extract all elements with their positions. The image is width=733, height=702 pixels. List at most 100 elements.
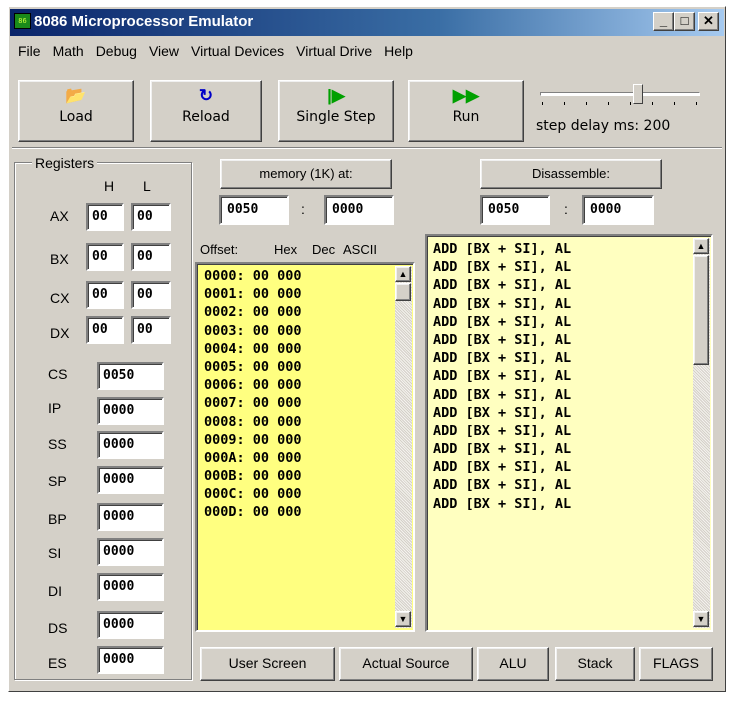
memory-segment-field[interactable]: 0050 — [219, 195, 289, 225]
reg-cs-field[interactable]: 0050 — [97, 362, 164, 390]
reg-bx-h-field[interactable]: 00 — [86, 243, 124, 271]
disasm-row[interactable]: ADD [BX + SI], AL — [433, 476, 711, 494]
slider-tick — [674, 102, 675, 105]
reg-ss-field[interactable]: 0000 — [97, 431, 164, 459]
disasm-row[interactable]: ADD [BX + SI], AL — [433, 404, 711, 422]
maximize-button[interactable]: □ — [674, 12, 695, 31]
disasm-segment-field[interactable]: 0050 — [480, 195, 550, 225]
memory-row[interactable]: 0006: 00 000 — [204, 376, 413, 394]
reg-cx-h-field[interactable]: 00 — [86, 281, 124, 309]
slider-tick — [652, 102, 653, 105]
reg-bx-label: BX — [50, 251, 69, 267]
menu-virtual-devices[interactable]: Virtual Devices — [185, 39, 290, 61]
disassembly-list[interactable]: ADD [BX + SI], AL ADD [BX + SI], AL ADD … — [425, 234, 713, 632]
memory-row[interactable]: 0001: 00 000 — [204, 285, 413, 303]
reg-bx-l-field[interactable]: 00 — [131, 243, 171, 271]
step-delay-slider[interactable] — [536, 80, 706, 120]
disasm-row[interactable]: ADD [BX + SI], AL — [433, 313, 711, 331]
reg-di-field[interactable]: 0000 — [97, 573, 164, 601]
load-button[interactable]: 📂 Load — [18, 80, 134, 142]
reg-cx-l-field[interactable]: 00 — [131, 281, 171, 309]
menu-view[interactable]: View — [143, 39, 185, 61]
memory-row[interactable]: 0009: 00 000 — [204, 431, 413, 449]
reg-dx-label: DX — [50, 325, 70, 341]
window-title: 8086 Microprocessor Emulator — [34, 13, 254, 30]
scroll-up-icon[interactable]: ▲ — [693, 238, 709, 254]
scroll-down-icon[interactable]: ▼ — [395, 611, 411, 627]
folder-open-icon: 📂 — [65, 86, 87, 105]
disasm-row[interactable]: ADD [BX + SI], AL — [433, 349, 711, 367]
disasm-row[interactable]: ADD [BX + SI], AL — [433, 367, 711, 385]
reg-ax-h-field[interactable]: 00 — [86, 203, 124, 231]
menu-math[interactable]: Math — [47, 39, 90, 61]
scroll-up-icon[interactable]: ▲ — [395, 266, 411, 282]
disasm-scrollbar[interactable]: ▲ ▼ — [693, 238, 710, 628]
reg-ip-field[interactable]: 0000 — [97, 397, 164, 425]
reg-dx-h-field[interactable]: 00 — [86, 316, 124, 344]
menu-virtual-drive[interactable]: Virtual Drive — [290, 39, 378, 61]
disasm-row[interactable]: ADD [BX + SI], AL — [433, 331, 711, 349]
reg-sp-label: SP — [48, 473, 67, 489]
close-button[interactable]: ✕ — [698, 12, 719, 31]
memory-row[interactable]: 000A: 00 000 — [204, 449, 413, 467]
memory-row[interactable]: 0003: 00 000 — [204, 322, 413, 340]
disasm-row[interactable]: ADD [BX + SI], AL — [433, 276, 711, 294]
stack-button[interactable]: Stack — [555, 647, 635, 681]
disasm-row[interactable]: ADD [BX + SI], AL — [433, 458, 711, 476]
scroll-down-icon[interactable]: ▼ — [693, 611, 709, 627]
memory-row[interactable]: 0007: 00 000 — [204, 394, 413, 412]
memory-row[interactable]: 000B: 00 000 — [204, 467, 413, 485]
memory-row[interactable]: 000D: 00 000 — [204, 503, 413, 521]
memory-scroll-thumb[interactable] — [395, 283, 411, 301]
reg-ax-label: AX — [50, 208, 69, 224]
reg-cx-label: CX — [50, 290, 70, 306]
run-button[interactable]: ▶▶ Run — [408, 80, 524, 142]
reg-ip-label: IP — [48, 400, 62, 416]
slider-track — [540, 92, 700, 96]
memory-scrollbar[interactable]: ▲ ▼ — [395, 266, 412, 628]
single-step-button[interactable]: |▶ Single Step — [278, 80, 394, 142]
disasm-row[interactable]: ADD [BX + SI], AL — [433, 422, 711, 440]
reg-si-field[interactable]: 0000 — [97, 538, 164, 566]
reg-ds-field[interactable]: 0000 — [97, 611, 164, 639]
actual-source-button[interactable]: Actual Source — [339, 647, 473, 681]
disasm-scroll-thumb[interactable] — [693, 255, 709, 365]
disassemble-button[interactable]: Disassemble: — [480, 159, 662, 189]
disasm-row[interactable]: ADD [BX + SI], AL — [433, 386, 711, 404]
memory-offset-field[interactable]: 0000 — [324, 195, 394, 225]
reg-bp-field[interactable]: 0000 — [97, 503, 164, 531]
reg-es-label: ES — [48, 655, 67, 671]
disasm-row[interactable]: ADD [BX + SI], AL — [433, 258, 711, 276]
memory-row[interactable]: 0004: 00 000 — [204, 340, 413, 358]
memory-row[interactable]: 0000: 00 000 — [204, 267, 413, 285]
menu-help[interactable]: Help — [378, 39, 419, 61]
disasm-row[interactable]: ADD [BX + SI], AL — [433, 295, 711, 313]
reload-button[interactable]: ↻ Reload — [150, 80, 262, 142]
reg-ax-l-field[interactable]: 00 — [131, 203, 171, 231]
memory-row[interactable]: 0005: 00 000 — [204, 358, 413, 376]
reg-dx-l-field[interactable]: 00 — [131, 316, 171, 344]
disasm-row[interactable]: ADD [BX + SI], AL — [433, 240, 711, 258]
user-screen-button[interactable]: User Screen — [200, 647, 335, 681]
memory-row[interactable]: 0002: 00 000 — [204, 303, 413, 321]
menu-debug[interactable]: Debug — [90, 39, 143, 61]
menu-file[interactable]: File — [12, 39, 47, 61]
disasm-offset-field[interactable]: 0000 — [582, 195, 654, 225]
slider-thumb[interactable] — [633, 84, 643, 104]
disasm-row[interactable]: ADD [BX + SI], AL — [433, 440, 711, 458]
flags-button[interactable]: FLAGS — [639, 647, 713, 681]
memory-row[interactable]: 0008: 00 000 — [204, 413, 413, 431]
memory-list[interactable]: 0000: 00 000 0001: 00 000 0002: 00 000 0… — [195, 262, 415, 632]
reg-es-field[interactable]: 0000 — [97, 646, 164, 674]
minimize-button[interactable]: _ — [653, 12, 674, 31]
memory-header-offset: Offset: — [200, 242, 239, 257]
disasm-row[interactable]: ADD [BX + SI], AL — [433, 495, 711, 513]
reg-cs-label: CS — [48, 366, 68, 382]
memory-at-button[interactable]: memory (1K) at: — [220, 159, 392, 189]
memory-row[interactable]: 000C: 00 000 — [204, 485, 413, 503]
reg-ss-label: SS — [48, 436, 67, 452]
slider-tick — [630, 102, 631, 105]
alu-button[interactable]: ALU — [477, 647, 549, 681]
run-label: Run — [452, 109, 480, 125]
reg-sp-field[interactable]: 0000 — [97, 466, 164, 494]
